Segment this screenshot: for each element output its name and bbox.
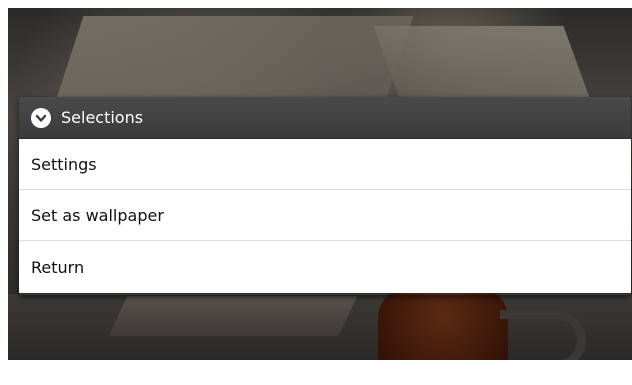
chevron-down-circle-icon [31, 107, 51, 128]
menu-list: Settings Set as wallpaper Return [19, 139, 631, 293]
photo-cup [378, 288, 508, 360]
dialog-title: Selections [61, 108, 144, 127]
menu-item-settings[interactable]: Settings [19, 139, 631, 190]
photo-cup-handle [500, 310, 586, 360]
dialog-header: Selections [19, 97, 631, 139]
photo-book-page-right [373, 26, 593, 106]
menu-item-set-as-wallpaper[interactable]: Set as wallpaper [19, 190, 631, 241]
menu-item-return[interactable]: Return [19, 241, 631, 293]
photo-paper [108, 296, 358, 336]
selections-dialog: Selections Settings Set as wallpaper Ret… [19, 97, 631, 295]
screenshot-frame: Selections Settings Set as wallpaper Ret… [0, 0, 632, 385]
